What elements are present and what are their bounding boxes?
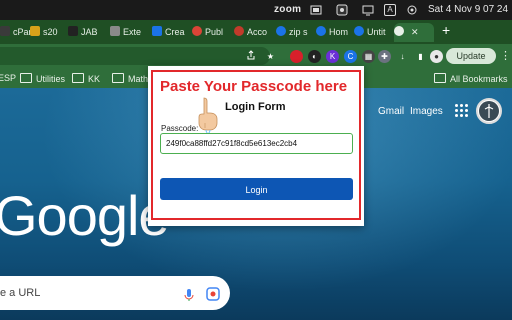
tab-label: Crea xyxy=(165,27,185,37)
share-icon[interactable] xyxy=(244,50,257,63)
tab-favicon-icon xyxy=(152,26,162,36)
bookmark-kk[interactable]: KK xyxy=(72,73,100,84)
search-placeholder: e a URL xyxy=(0,287,41,299)
passcode-input[interactable] xyxy=(160,133,353,154)
chrome-tab-icon xyxy=(394,26,404,36)
paste-passcode-banner: Paste Your Passcode here xyxy=(160,78,348,95)
tab-label: Untit xyxy=(367,27,386,37)
google-logo: Google xyxy=(0,184,170,247)
bookmark-label: All Bookmarks xyxy=(450,74,508,84)
tab-label: cPar xyxy=(13,27,30,37)
tab-9[interactable]: Hom xyxy=(316,23,352,42)
tab-7[interactable]: Acco xyxy=(234,23,272,42)
tab-label: JAB xyxy=(81,27,98,37)
bookmark-star-icon[interactable]: ★ xyxy=(264,50,277,63)
new-tab-button[interactable]: + xyxy=(442,22,450,38)
account-avatar[interactable] xyxy=(476,98,502,124)
bookmark-label: ESP xyxy=(0,73,17,83)
tab-8[interactable]: zip s xyxy=(276,23,312,42)
more-menu-icon[interactable]: ⋮ xyxy=(500,49,511,62)
close-tab-icon[interactable]: ✕ xyxy=(411,27,419,37)
tab-5[interactable]: Crea xyxy=(152,23,190,42)
tab-favicon-icon xyxy=(68,26,78,36)
folder-icon xyxy=(72,73,84,83)
tab-10[interactable]: Untit xyxy=(354,23,392,42)
bookmark-label: Utilities xyxy=(36,74,66,84)
screen-record-icon[interactable] xyxy=(336,4,348,16)
side-panel-icon[interactable]: ▮ xyxy=(414,50,427,63)
tab-6[interactable]: Publ xyxy=(192,23,230,42)
login-button[interactable]: Login xyxy=(160,178,353,200)
login-form-title: Login Form xyxy=(225,101,286,113)
tab-favicon-icon xyxy=(30,26,40,36)
tab-favicon-icon xyxy=(354,26,364,36)
google-lens-icon[interactable] xyxy=(206,287,220,306)
extension-c-icon[interactable]: C xyxy=(344,50,357,63)
tab-label: s20 xyxy=(43,27,58,37)
tab-1[interactable]: cPar xyxy=(0,23,30,42)
all-bookmarks[interactable]: All Bookmarks xyxy=(434,73,508,84)
address-bar[interactable] xyxy=(0,47,270,65)
bookmark-label: KK xyxy=(88,74,101,84)
tab-favicon-icon xyxy=(110,26,120,36)
bookmark-esp[interactable]: ESP xyxy=(0,73,16,83)
extension-dark-icon[interactable]: ◐ xyxy=(308,50,321,63)
passcode-label: Passcode: xyxy=(161,124,199,133)
tab-label: Acco xyxy=(247,27,268,37)
display-icon[interactable] xyxy=(362,4,374,16)
extension-puzzle-icon[interactable]: ✚ xyxy=(378,50,391,63)
wifi-icon[interactable] xyxy=(310,4,322,16)
tab-3[interactable]: JAB xyxy=(68,23,106,42)
update-button[interactable]: Update xyxy=(446,48,496,64)
tab-favicon-icon xyxy=(234,26,244,36)
tab-favicon-icon xyxy=(276,26,286,36)
control-center-icon[interactable] xyxy=(406,4,418,16)
gmail-link[interactable]: Gmail xyxy=(378,106,404,117)
extension-k-icon[interactable]: K xyxy=(326,50,339,63)
folder-icon xyxy=(112,73,124,83)
search-box[interactable]: e a URL xyxy=(0,276,230,310)
input-source-icon[interactable]: A xyxy=(384,4,396,16)
tab-label: Exte xyxy=(123,27,142,37)
tab-active[interactable]: ✕ xyxy=(394,23,434,42)
tab-strip: cPar s20 JAB Exte Crea Publ Acco zip s H… xyxy=(0,20,512,44)
zoom-status[interactable]: zoom xyxy=(274,4,301,15)
extension-red-icon[interactable] xyxy=(290,50,303,63)
folder-icon xyxy=(434,73,446,83)
tab-favicon-icon xyxy=(0,26,10,36)
tab-label: Publ xyxy=(205,27,224,37)
profile-avatar-icon[interactable]: ● xyxy=(430,50,443,63)
tab-label: zip s xyxy=(289,27,308,37)
tab-favicon-icon xyxy=(316,26,326,36)
bookmark-label: Math xyxy=(128,74,149,84)
tab-label: Hom xyxy=(329,27,349,37)
tab-4[interactable]: Exte xyxy=(110,23,150,42)
folder-icon xyxy=(20,73,32,83)
images-link[interactable]: Images xyxy=(410,106,443,117)
menu-clock[interactable]: Sat 4 Nov 9 07 24 xyxy=(428,4,508,15)
apps-grid-icon[interactable] xyxy=(455,104,469,118)
download-icon[interactable]: ↓ xyxy=(396,50,409,63)
bookmark-math[interactable]: Math xyxy=(112,73,148,84)
tab-favicon-icon xyxy=(192,26,202,36)
bookmark-utilities[interactable]: Utilities xyxy=(20,73,65,84)
microphone-icon[interactable] xyxy=(184,288,194,307)
extension-grid-icon[interactable]: ▦ xyxy=(362,50,375,63)
tab-2[interactable]: s20 xyxy=(30,23,66,42)
toolbar: ★ ◐ K C ▦ ✚ ↓ ▮ ● xyxy=(0,44,512,68)
menu-bar: zoom A Sat 4 Nov 9 07 24 xyxy=(0,0,512,20)
